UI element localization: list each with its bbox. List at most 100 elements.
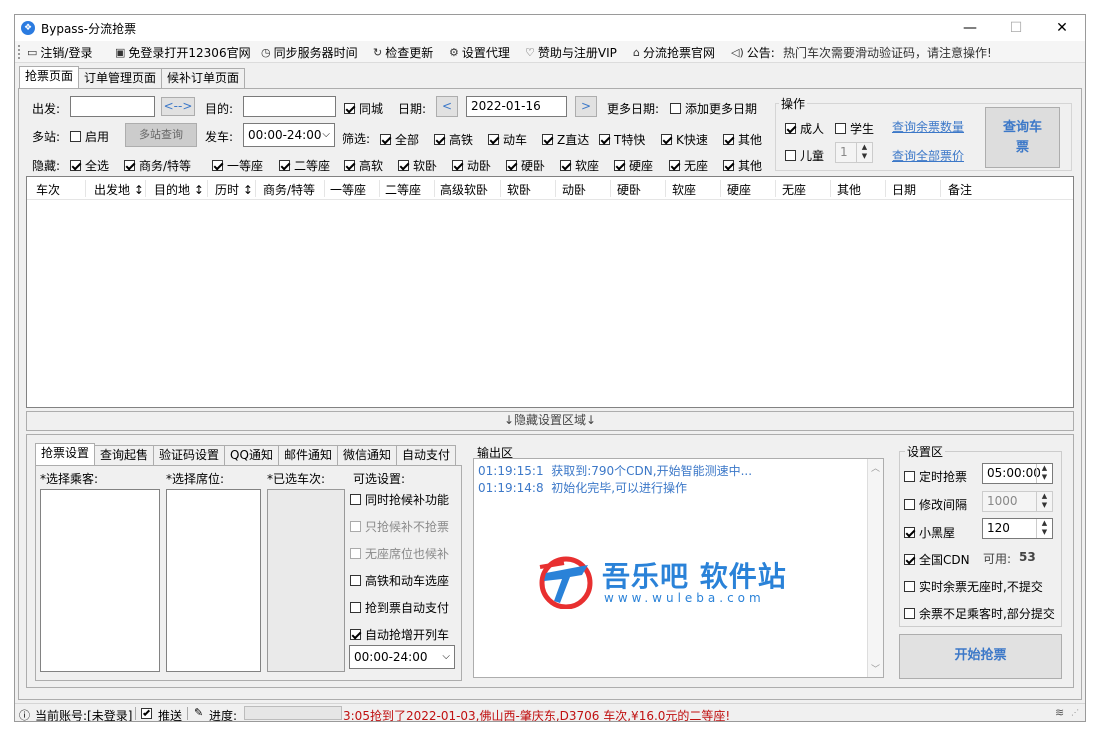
blackroom-stepper[interactable]: 120 ▲ ▼ — [982, 518, 1053, 539]
col-gaoruan[interactable]: 高级软卧 — [440, 181, 488, 198]
opt-extra-trains-checkbox[interactable]: 自动抢增开列车 — [350, 626, 449, 643]
opt-waitlist-only-checkbox[interactable]: 只抢候补不抢票 — [350, 518, 449, 535]
tab-ticket-settings[interactable]: 抢票设置 — [35, 443, 96, 465]
chevron-up-icon[interactable]: ︿ — [871, 461, 880, 474]
col-from[interactable]: 出发地 ↕ — [94, 181, 144, 198]
same-city-checkbox[interactable]: 同城 — [344, 100, 383, 117]
selected-train-list[interactable] — [267, 489, 345, 672]
multi-station-query-button[interactable]: 多站查询 — [125, 123, 197, 147]
hide-dongwo-checkbox[interactable]: 动卧 — [452, 157, 491, 174]
tab-ticket[interactable]: 抢票页面 — [19, 66, 80, 88]
stepper-arrows-icon[interactable]: ▲ ▼ — [1036, 519, 1052, 538]
col-first[interactable]: 一等座 — [330, 181, 366, 198]
hide-wuzuo-checkbox[interactable]: 无座 — [669, 157, 708, 174]
to-input[interactable] — [243, 96, 336, 117]
hide-other-checkbox[interactable]: 其他 — [723, 157, 762, 174]
prev-date-button[interactable]: < — [436, 96, 458, 117]
opt-no-seat-waitlist-checkbox[interactable]: 无座席位也候补 — [350, 545, 449, 562]
col-yingwo[interactable]: 硬卧 — [617, 181, 641, 198]
no-seat-checkbox[interactable]: 实时余票无座时,不提交 — [904, 578, 1043, 595]
resize-grip-icon[interactable]: ⋰ — [1071, 708, 1079, 717]
hide-first-class-checkbox[interactable]: 一等座 — [212, 157, 263, 174]
chevron-down-icon[interactable]: ﹀ — [871, 662, 880, 675]
tab-autopay[interactable]: 自动支付 — [395, 445, 456, 465]
menu-website[interactable]: ⌂ 分流抢票官网 — [633, 44, 715, 61]
tab-waitlist[interactable]: 候补订单页面 — [161, 68, 246, 88]
opt-choose-seat-checkbox[interactable]: 高铁和动车选座 — [350, 572, 449, 589]
col-yingzuo[interactable]: 硬座 — [727, 181, 751, 198]
interval-stepper[interactable]: 1000 ▲ ▼ — [982, 491, 1053, 512]
menu-open-12306[interactable]: ▣ 免登录打开12306官网 — [115, 44, 251, 61]
menu-vip[interactable]: ♡ 赞助与注册VIP — [525, 44, 617, 61]
timed-checkbox[interactable]: 定时抢票 — [904, 468, 967, 485]
menu-notice[interactable]: ◁) 公告: — [731, 44, 775, 61]
partial-submit-checkbox[interactable]: 余票不足乘客时,部分提交 — [904, 605, 1055, 622]
col-ruanwo[interactable]: 软卧 — [507, 181, 531, 198]
hide-ruanwo-checkbox[interactable]: 软卧 — [398, 157, 437, 174]
col-other[interactable]: 其他 — [837, 181, 861, 198]
close-button[interactable]: ✕ — [1039, 15, 1085, 41]
col-date[interactable]: 日期 — [892, 181, 916, 198]
output-log[interactable]: 01:19:15:1 获取到:790个CDN,开始智能测速中... 01:19:… — [473, 458, 884, 678]
hide-ruanzuo-checkbox[interactable]: 软座 — [560, 157, 599, 174]
child-checkbox[interactable]: 儿童 — [785, 147, 824, 164]
filter-t-checkbox[interactable]: T特快 — [599, 131, 645, 148]
hide-second-class-checkbox[interactable]: 二等座 — [279, 157, 330, 174]
stepper-arrows-icon[interactable]: ▲ ▼ — [1036, 464, 1052, 483]
start-button[interactable]: 开始抢票 — [899, 634, 1062, 679]
depart-time-select[interactable]: 00:00-24:00 ⌵ — [243, 123, 335, 147]
menu-check-update[interactable]: ↻ 检查更新 — [373, 44, 433, 61]
hide-all-checkbox[interactable]: 全选 — [70, 157, 109, 174]
multi-station-enable-checkbox[interactable]: 启用 — [70, 128, 109, 145]
minimize-button[interactable]: — — [947, 15, 993, 41]
col-remark[interactable]: 备注 — [948, 181, 972, 198]
maximize-button[interactable]: ☐ — [993, 15, 1039, 41]
col-business[interactable]: 商务/特等 — [263, 181, 315, 198]
opt-waitlist-checkbox[interactable]: 同时抢候补功能 — [350, 491, 449, 508]
tab-captcha[interactable]: 验证码设置 — [153, 445, 226, 465]
col-second[interactable]: 二等座 — [385, 181, 421, 198]
filter-gaotie-checkbox[interactable]: 高铁 — [434, 131, 473, 148]
menu-sync-time[interactable]: ◷ 同步服务器时间 — [261, 44, 358, 61]
output-scrollbar[interactable]: ︿ ﹀ — [867, 459, 883, 677]
filter-dongche-checkbox[interactable]: 动车 — [488, 131, 527, 148]
query-tickets-button[interactable]: 查询车票 — [985, 107, 1060, 168]
opt-autopay-checkbox[interactable]: 抢到票自动支付 — [350, 599, 449, 616]
col-ruanzuo[interactable]: 软座 — [672, 181, 696, 198]
stepper-arrows-icon[interactable]: ▲ ▼ — [1036, 492, 1052, 511]
adult-checkbox[interactable]: 成人 — [785, 120, 824, 137]
interval-checkbox[interactable]: 修改间隔 — [904, 496, 967, 513]
col-duration[interactable]: 历时 ↕ — [215, 181, 253, 198]
timed-time-stepper[interactable]: 05:00:00 ▲ ▼ — [982, 463, 1053, 484]
hide-yingwo-checkbox[interactable]: 硬卧 — [506, 157, 545, 174]
date-input[interactable]: 2022-01-16 — [466, 96, 567, 117]
next-date-button[interactable]: > — [575, 96, 597, 117]
child-count-stepper[interactable]: 1 ▲ ▼ — [835, 142, 873, 163]
push-label[interactable]: 推送 — [158, 707, 182, 721]
menu-proxy[interactable]: ⚙ 设置代理 — [449, 44, 510, 61]
tab-orders[interactable]: 订单管理页面 — [78, 68, 163, 88]
blackroom-checkbox[interactable]: 小黑屋 — [904, 524, 955, 541]
col-wuzuo[interactable]: 无座 — [782, 181, 806, 198]
add-dates-checkbox[interactable]: 添加更多日期 — [670, 100, 757, 117]
tab-wechat[interactable]: 微信通知 — [336, 445, 397, 465]
cdn-checkbox[interactable]: 全国CDN — [904, 551, 970, 568]
col-train[interactable]: 车次 — [36, 181, 60, 198]
menu-login[interactable]: ▭ 注销/登录 — [27, 44, 92, 61]
tab-qq[interactable]: QQ通知 — [224, 445, 279, 465]
seat-list[interactable] — [166, 489, 261, 672]
stepper-arrows-icon[interactable]: ▲ ▼ — [856, 143, 872, 162]
passenger-list[interactable] — [40, 489, 160, 672]
tab-presale[interactable]: 查询起售 — [94, 445, 155, 465]
col-dongwo[interactable]: 动卧 — [562, 181, 586, 198]
hide-business-checkbox[interactable]: 商务/特等 — [124, 157, 191, 174]
filter-all-checkbox[interactable]: 全部 — [380, 131, 419, 148]
filter-z-checkbox[interactable]: Z直达 — [542, 131, 589, 148]
filter-k-checkbox[interactable]: K快速 — [661, 131, 708, 148]
hide-gaoruan-checkbox[interactable]: 高软 — [344, 157, 383, 174]
query-prices-link[interactable]: 查询全部票价 — [892, 147, 964, 164]
col-to[interactable]: 目的地 ↕ — [154, 181, 204, 198]
hide-yingzuo-checkbox[interactable]: 硬座 — [614, 157, 653, 174]
query-remaining-link[interactable]: 查询余票数量 — [892, 118, 964, 135]
time-range-select[interactable]: 00:00-24:00 ⌵ — [349, 645, 455, 669]
